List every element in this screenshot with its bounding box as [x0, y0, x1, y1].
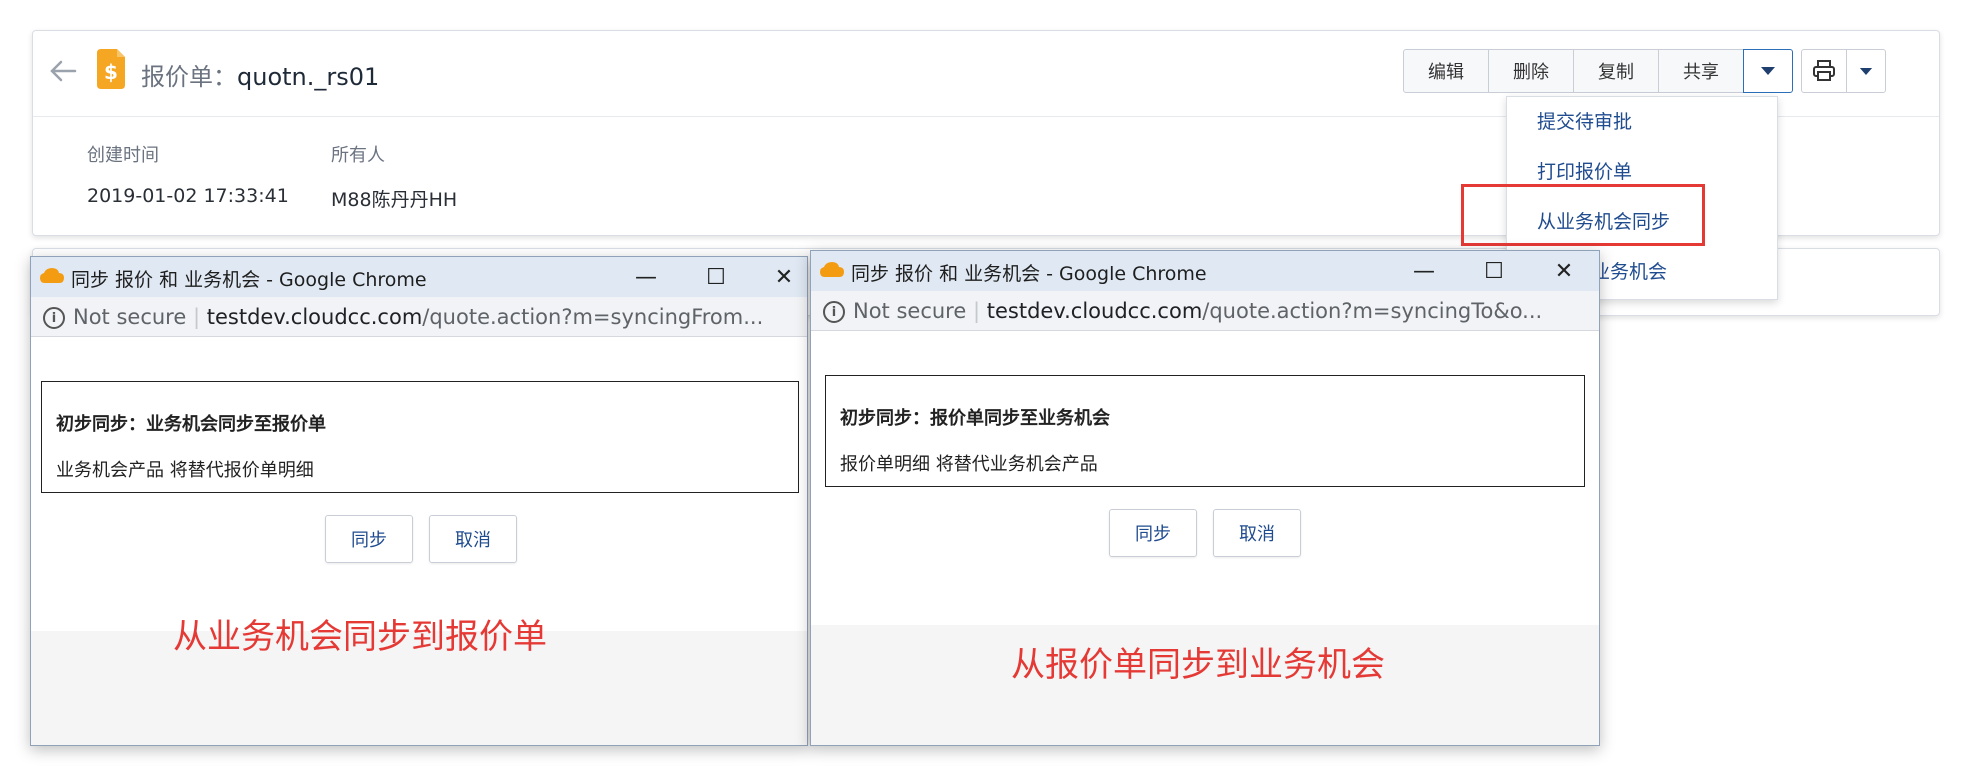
cloud-icon [820, 262, 844, 277]
caret-down-icon [1761, 67, 1775, 75]
window-titlebar: 同步 报价 和 业务机会 - Google Chrome — ☐ ✕ [811, 251, 1599, 291]
menu-item-submit-approval[interactable]: 提交待审批 [1537, 107, 1632, 134]
security-label: Not secure [73, 305, 187, 329]
sync-heading: 初步同步：报价单同步至业务机会 [840, 408, 1110, 429]
sync-message: 报价单明细 将替代业务机会产品 [840, 454, 1098, 475]
url-domain: testdev.cloudcc.com [206, 305, 423, 329]
annotation-caption: 从报价单同步到业务机会 [1011, 645, 1385, 685]
address-bar[interactable]: i Not secure | testdev.cloudcc.com/quote… [811, 291, 1599, 331]
close-button[interactable]: ✕ [1547, 255, 1581, 287]
sync-button[interactable]: 同步 [325, 515, 413, 563]
address-bar[interactable]: i Not secure | testdev.cloudcc.com/quote… [31, 297, 807, 337]
more-actions-button[interactable] [1743, 49, 1793, 93]
url-text[interactable]: Not secure | testdev.cloudcc.com/quote.a… [73, 305, 763, 329]
sync-message: 业务机会产品 将替代报价单明细 [56, 460, 314, 481]
url-text[interactable]: Not secure | testdev.cloudcc.com/quote.a… [853, 299, 1542, 323]
sync-button[interactable]: 同步 [1109, 509, 1197, 557]
share-button[interactable]: 共享 [1658, 49, 1744, 93]
print-options-button[interactable] [1846, 49, 1886, 93]
cancel-button[interactable]: 取消 [429, 515, 517, 563]
field-value-owner: M88陈丹丹HH [331, 189, 458, 211]
print-button-group [1801, 49, 1887, 93]
url-path: /quote.action?m=syncingFrom... [422, 305, 764, 329]
url-path: /quote.action?m=syncingTo&o... [1202, 299, 1543, 323]
back-arrow-icon[interactable] [45, 53, 81, 89]
sync-message-box: 初步同步：业务机会同步至报价单 业务机会产品 将替代报价单明细 [41, 381, 799, 493]
edit-button[interactable]: 编辑 [1403, 49, 1489, 93]
copy-button[interactable]: 复制 [1573, 49, 1659, 93]
sync-heading: 初步同步：业务机会同步至报价单 [56, 414, 326, 435]
menu-item-print-quote[interactable]: 打印报价单 [1537, 157, 1632, 184]
info-icon[interactable]: i [43, 307, 65, 329]
window-title: 同步 报价 和 业务机会 - Google Chrome [851, 263, 1207, 285]
delete-button[interactable]: 删除 [1488, 49, 1574, 93]
printer-icon [1813, 60, 1835, 81]
maximize-button[interactable]: ☐ [1477, 255, 1511, 287]
dollar-document-icon: $ [97, 49, 125, 89]
menu-item-sync-to-opportunity[interactable]: 业务机会 [1591, 257, 1667, 284]
info-icon[interactable]: i [823, 301, 845, 323]
record-type-label: 报价单： [141, 63, 237, 91]
annotation-caption: 从业务机会同步到报价单 [173, 617, 547, 657]
maximize-button[interactable]: ☐ [699, 261, 733, 293]
field-label-owner: 所有人 [331, 145, 385, 166]
minimize-button[interactable]: — [1407, 255, 1441, 287]
field-value-created-time: 2019-01-02 17:33:41 [87, 185, 289, 207]
svg-text:$: $ [104, 60, 118, 84]
record-name: quotn._rs01 [237, 63, 380, 91]
window-title: 同步 报价 和 业务机会 - Google Chrome [71, 269, 427, 291]
cloud-icon [40, 268, 64, 283]
url-domain: testdev.cloudcc.com [986, 299, 1203, 323]
window-titlebar: 同步 报价 和 业务机会 - Google Chrome — ☐ ✕ [31, 257, 807, 297]
sync-message-box: 初步同步：报价单同步至业务机会 报价单明细 将替代业务机会产品 [825, 375, 1585, 487]
sync-from-opportunity-window: 同步 报价 和 业务机会 - Google Chrome — ☐ ✕ i Not… [30, 256, 808, 746]
record-title: 报价单：quotn._rs01 [141, 57, 379, 92]
field-label-created-time: 创建时间 [87, 145, 159, 166]
minimize-button[interactable]: — [629, 261, 663, 293]
highlight-annotation-box [1461, 184, 1705, 246]
caret-down-icon [1859, 67, 1873, 75]
close-button[interactable]: ✕ [767, 261, 801, 293]
print-button[interactable] [1801, 49, 1847, 93]
security-label: Not secure [853, 299, 967, 323]
cancel-button[interactable]: 取消 [1213, 509, 1301, 557]
sync-to-opportunity-window: 同步 报价 和 业务机会 - Google Chrome — ☐ ✕ i Not… [810, 250, 1600, 746]
